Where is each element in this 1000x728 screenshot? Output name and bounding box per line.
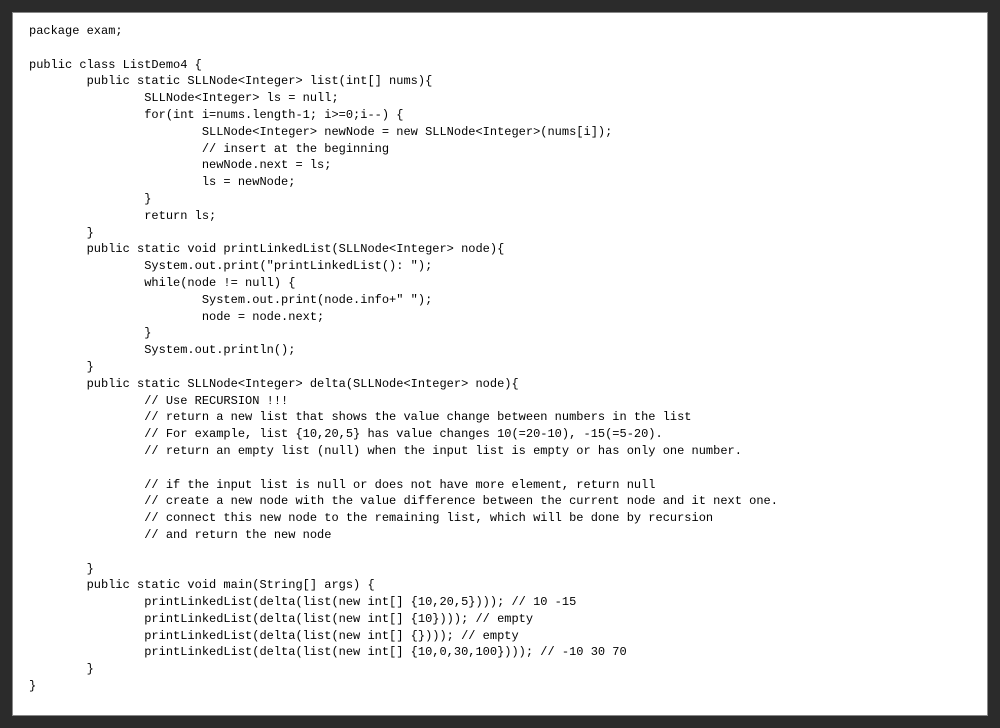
- code-block: package exam; public class ListDemo4 { p…: [29, 23, 971, 695]
- code-container: package exam; public class ListDemo4 { p…: [12, 12, 988, 716]
